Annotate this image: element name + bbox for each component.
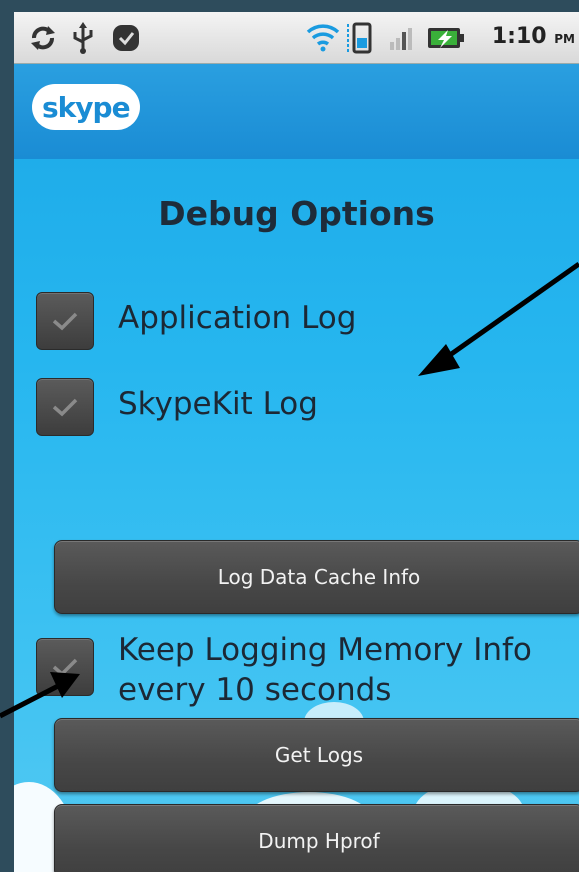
dump-hprof-label: Dump Hprof (258, 829, 380, 853)
skypekit-log-label: SkypeKit Log (118, 386, 318, 422)
outer-frame-left (0, 0, 14, 872)
checkmark-icon (52, 312, 78, 331)
keep-logging-line2: every 10 seconds (118, 672, 392, 708)
keep-logging-checkbox[interactable] (36, 638, 94, 696)
application-log-checkbox[interactable] (36, 292, 94, 350)
get-logs-button[interactable]: Get Logs (54, 718, 579, 792)
phone-screen: 1:10 PM skype Debug Options Application … (14, 12, 579, 872)
logo-text: skype (42, 90, 131, 124)
notification-icon (113, 25, 139, 51)
status-bar: 1:10 PM (14, 12, 579, 64)
app-bar: skype (14, 64, 579, 159)
sync-icon (31, 26, 55, 50)
checkmark-icon (52, 658, 78, 677)
log-data-cache-button[interactable]: Log Data Cache Info (54, 540, 579, 614)
ampm-text: PM (554, 32, 575, 46)
checkmark-icon (52, 398, 78, 417)
get-logs-label: Get Logs (274, 743, 364, 767)
application-log-option[interactable]: Application Log (36, 292, 356, 350)
battery-icon (428, 28, 464, 48)
keep-logging-label: Keep Logging Memory Info every 10 second… (118, 630, 532, 710)
skypekit-log-option[interactable]: SkypeKit Log (36, 378, 318, 436)
wifi-icon (306, 24, 340, 52)
sim-icon (347, 22, 372, 54)
keep-logging-line1: Keep Logging Memory Info (118, 632, 532, 668)
signal-icon (390, 28, 412, 50)
page-title: Debug Options (158, 194, 435, 233)
outer-frame-top (0, 0, 579, 12)
log-data-cache-label: Log Data Cache Info (217, 565, 421, 589)
dump-hprof-button[interactable]: Dump Hprof (54, 804, 579, 872)
skypekit-log-checkbox[interactable] (36, 378, 94, 436)
usb-icon (73, 22, 93, 54)
application-log-label: Application Log (118, 300, 357, 336)
time-text: 1:10 (491, 24, 547, 49)
keep-logging-option[interactable]: Keep Logging Memory Info every 10 second… (36, 630, 532, 710)
skype-logo: skype (32, 84, 140, 130)
status-time: 1:10 PM (492, 24, 575, 49)
